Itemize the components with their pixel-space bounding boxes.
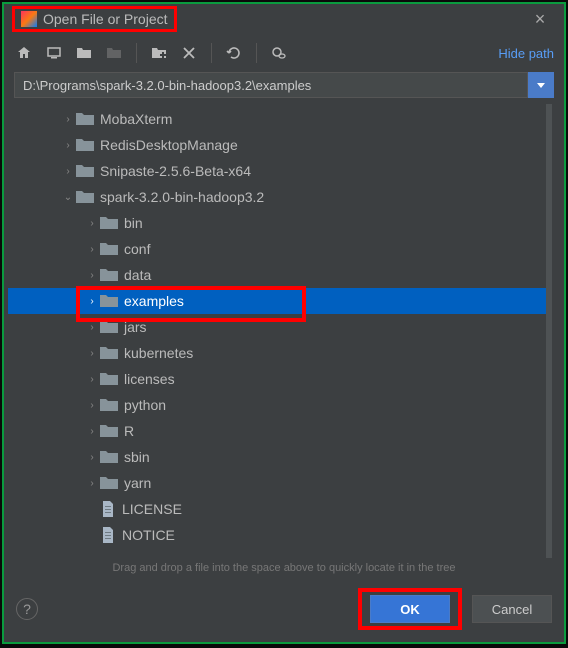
folder-icon <box>100 242 118 256</box>
folder-icon <box>100 320 118 334</box>
folder-icon <box>100 216 118 230</box>
folder-icon <box>100 372 118 386</box>
chevron-right-icon[interactable]: › <box>86 244 98 255</box>
help-icon[interactable]: ? <box>16 598 38 620</box>
tree-node-label: examples <box>124 293 184 309</box>
ok-button[interactable]: OK <box>370 595 450 623</box>
tree-node-label: RedisDesktopManage <box>100 137 238 153</box>
folder-icon <box>76 138 94 152</box>
tree-node-label: conf <box>124 241 150 257</box>
tree-node[interactable]: ⌄ spark-3.2.0-bin-hadoop3.2 <box>8 184 546 210</box>
tree-node[interactable]: › bin <box>8 210 546 236</box>
folder-icon <box>100 424 118 438</box>
hint-text: Drag and drop a file into the space abov… <box>4 558 564 582</box>
chevron-right-icon[interactable]: › <box>62 140 74 151</box>
folder-icon <box>76 190 94 204</box>
chevron-right-icon[interactable]: › <box>86 452 98 463</box>
show-hidden-icon[interactable] <box>269 43 289 63</box>
file-tree[interactable]: › MobaXterm › RedisDesktopManage › Snipaste-2… <box>8 104 552 558</box>
tree-node[interactable]: › MobaXterm <box>8 106 546 132</box>
chevron-right-icon[interactable]: › <box>86 270 98 281</box>
hide-path-link[interactable]: Hide path <box>498 46 554 61</box>
folder-icon <box>100 450 118 464</box>
tree-node[interactable]: › RedisDesktopManage <box>8 132 546 158</box>
tree-node[interactable]: › yarn <box>8 470 546 496</box>
folder-icon <box>100 476 118 490</box>
tree-node[interactable]: LICENSE <box>8 496 546 522</box>
open-file-dialog: Open File or Project × Hide path › MobaXt… <box>2 2 566 644</box>
tree-node-label: yarn <box>124 475 151 491</box>
tree-node-label: spark-3.2.0-bin-hadoop3.2 <box>100 189 264 205</box>
tree-node-label: LICENSE <box>122 501 182 517</box>
delete-icon[interactable] <box>179 43 199 63</box>
tree-node[interactable]: › jars <box>8 314 546 340</box>
tree-node-label: MobaXterm <box>100 111 172 127</box>
chevron-right-icon[interactable]: › <box>86 374 98 385</box>
tree-node-label: bin <box>124 215 143 231</box>
desktop-icon[interactable] <box>44 43 64 63</box>
tree-node[interactable]: ›R <box>8 418 546 444</box>
tree-node-label: licenses <box>124 371 175 387</box>
tree-node-label: python <box>124 397 166 413</box>
app-icon <box>21 11 37 27</box>
folder-icon <box>76 164 94 178</box>
chevron-right-icon[interactable]: › <box>86 478 98 489</box>
tree-node[interactable]: › sbin <box>8 444 546 470</box>
chevron-right-icon[interactable]: › <box>62 166 74 177</box>
project-icon[interactable] <box>74 43 94 63</box>
titlebar: Open File or Project × <box>4 4 564 34</box>
button-row: ? OK Cancel <box>4 582 564 642</box>
chevron-right-icon[interactable]: › <box>86 426 98 437</box>
new-folder-icon[interactable] <box>149 43 169 63</box>
chevron-right-icon[interactable]: › <box>86 296 98 307</box>
tree-node[interactable]: › data <box>8 262 546 288</box>
tree-node[interactable]: › examples <box>8 288 546 314</box>
chevron-right-icon[interactable]: › <box>86 322 98 333</box>
tree-node-label: sbin <box>124 449 150 465</box>
folder-icon <box>76 112 94 126</box>
close-icon[interactable]: × <box>524 9 556 30</box>
tree-node[interactable]: › Snipaste-2.5.6-Beta-x64 <box>8 158 546 184</box>
path-dropdown-button[interactable] <box>528 72 554 98</box>
path-row <box>4 72 564 104</box>
tree-node[interactable]: NOTICE <box>8 522 546 548</box>
folder-icon <box>100 294 118 308</box>
chevron-right-icon[interactable]: › <box>86 348 98 359</box>
tree-node-label: data <box>124 267 151 283</box>
tree-node-label: NOTICE <box>122 527 175 543</box>
folder-icon <box>100 398 118 412</box>
tree-node[interactable]: › kubernetes <box>8 340 546 366</box>
tree-node-label: kubernetes <box>124 345 193 361</box>
module-icon[interactable] <box>104 43 124 63</box>
cancel-button[interactable]: Cancel <box>472 595 552 623</box>
chevron-right-icon[interactable]: › <box>62 114 74 125</box>
tree-node-label: R <box>124 423 134 439</box>
folder-icon <box>100 346 118 360</box>
chevron-right-icon[interactable]: › <box>86 218 98 229</box>
chevron-down-icon[interactable]: ⌄ <box>62 192 74 203</box>
dialog-title: Open File or Project <box>43 11 168 27</box>
file-icon <box>100 501 116 517</box>
chevron-right-icon[interactable]: › <box>86 400 98 411</box>
folder-icon <box>100 268 118 282</box>
tree-node[interactable]: › conf <box>8 236 546 262</box>
tree-node[interactable]: › licenses <box>8 366 546 392</box>
path-input[interactable] <box>14 72 528 98</box>
refresh-icon[interactable] <box>224 43 244 63</box>
tree-node-label: Snipaste-2.5.6-Beta-x64 <box>100 163 251 179</box>
home-icon[interactable] <box>14 43 34 63</box>
file-icon <box>100 527 116 543</box>
toolbar: Hide path <box>4 34 564 72</box>
tree-node-label: jars <box>124 319 147 335</box>
tree-node[interactable]: › python <box>8 392 546 418</box>
